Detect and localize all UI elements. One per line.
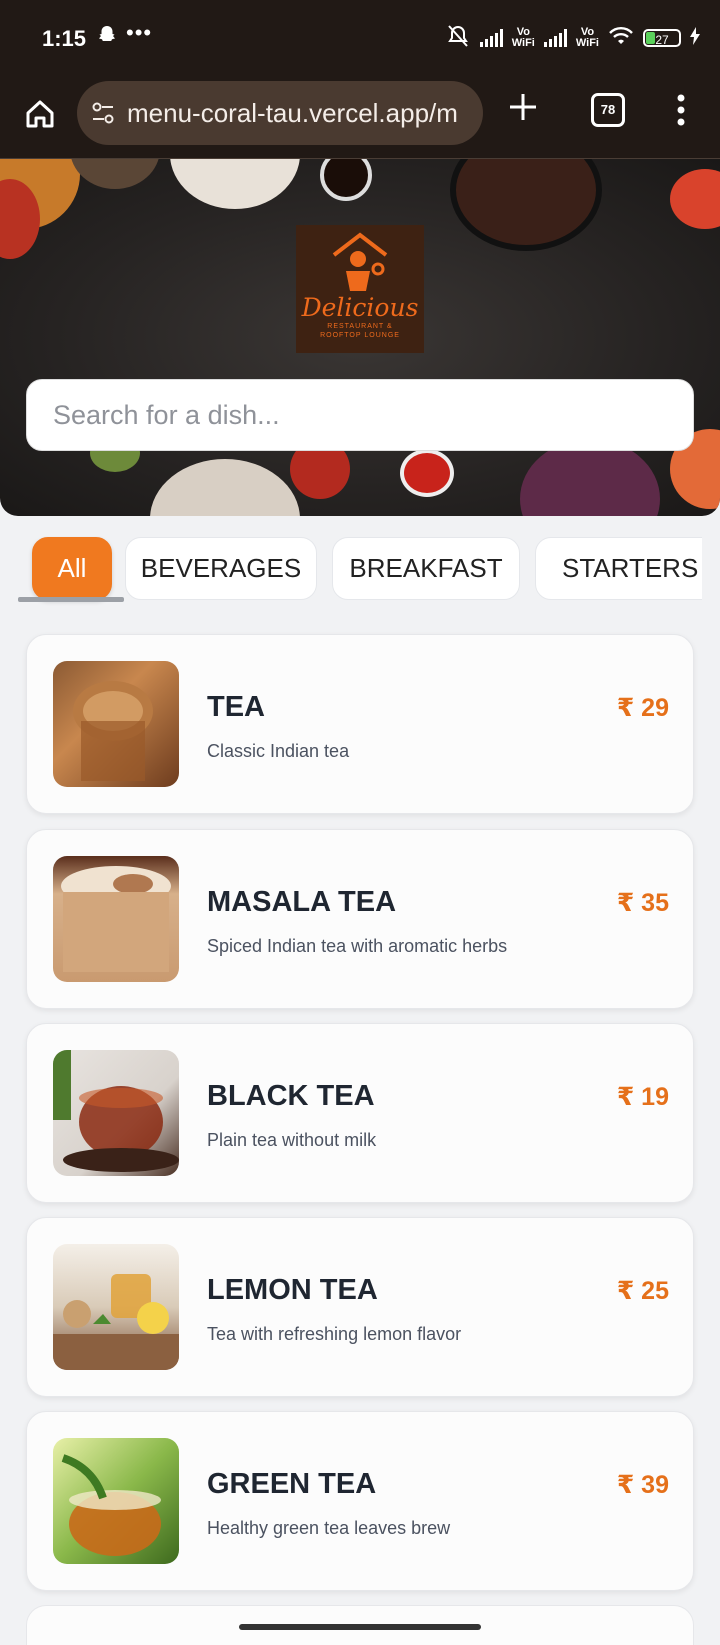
browser-toolbar: menu-coral-tau.vercel.app/m 78 bbox=[0, 78, 720, 159]
menu-item-image bbox=[53, 661, 179, 787]
menu-item-description: Plain tea without milk bbox=[207, 1130, 377, 1150]
tab-all[interactable]: All bbox=[32, 537, 112, 600]
menu-item-description: Healthy green tea leaves brew bbox=[207, 1518, 451, 1538]
url-text[interactable]: menu-coral-tau.vercel.app/m bbox=[127, 98, 467, 129]
signal-icon bbox=[479, 28, 503, 47]
tab-breakfast[interactable]: BREAKFAST bbox=[332, 537, 520, 600]
hero-banner: Delicious RESTAURANT & ROOFTOP LOUNGE Se… bbox=[0, 159, 720, 516]
menu-item-image bbox=[53, 1244, 179, 1370]
menu-item-card[interactable]: LEMON TEA Tea with refreshing lemon flav… bbox=[26, 1217, 694, 1397]
wifi-icon bbox=[608, 26, 634, 49]
menu-item-card[interactable]: GREEN TEA Healthy green tea leaves brew … bbox=[26, 1411, 694, 1591]
scroll-indicator bbox=[18, 597, 124, 602]
status-icons: Vo WiFi Vo WiFi 27 bbox=[445, 24, 700, 51]
address-bar[interactable]: menu-coral-tau.vercel.app/m bbox=[77, 81, 483, 145]
charging-icon bbox=[690, 27, 700, 48]
menu-item-price: ₹ 25 bbox=[616, 1277, 669, 1305]
food-decoration bbox=[150, 459, 300, 516]
menu-item-name: TEA bbox=[207, 691, 265, 723]
menu-item-name: LEMON TEA bbox=[207, 1274, 378, 1306]
status-time: 1:15 bbox=[42, 26, 87, 51]
mute-vibrate-icon bbox=[445, 24, 471, 51]
menu-item-name: GREEN TEA bbox=[207, 1468, 377, 1500]
more-notifications-icon: ••• bbox=[126, 20, 153, 45]
menu-item-card[interactable]: MASALA TEA Spiced Indian tea with aromat… bbox=[26, 829, 694, 1009]
food-decoration bbox=[670, 169, 720, 229]
menu-item-description: Classic Indian tea bbox=[207, 741, 350, 761]
menu-item-image bbox=[53, 856, 179, 982]
food-decoration bbox=[400, 449, 454, 497]
food-decoration bbox=[70, 159, 160, 189]
food-decoration bbox=[320, 159, 372, 201]
brand-tagline: RESTAURANT & bbox=[327, 323, 393, 330]
brand-tagline: ROOFTOP LOUNGE bbox=[320, 332, 400, 339]
menu-item-card[interactable]: TEA Classic Indian tea ₹ 29 bbox=[26, 634, 694, 814]
home-icon[interactable] bbox=[22, 96, 58, 132]
tab-switcher-button[interactable]: 78 bbox=[591, 93, 625, 127]
restaurant-logo: Delicious RESTAURANT & ROOFTOP LOUNGE bbox=[296, 225, 424, 353]
more-options-icon[interactable] bbox=[672, 92, 690, 128]
vowifi-label: Vo WiFi bbox=[511, 25, 535, 49]
vowifi-label: Vo WiFi bbox=[575, 25, 599, 49]
signal-icon bbox=[543, 28, 567, 47]
tab-beverages[interactable]: BEVERAGES bbox=[125, 537, 317, 600]
menu-item-image bbox=[53, 1438, 179, 1564]
food-decoration bbox=[170, 159, 300, 209]
search-input[interactable]: Search for a dish... bbox=[26, 379, 694, 451]
menu-item-description: Tea with refreshing lemon flavor bbox=[207, 1324, 462, 1344]
menu-item-price: ₹ 29 bbox=[616, 694, 669, 722]
gesture-home-indicator[interactable] bbox=[239, 1624, 481, 1630]
brand-name: Delicious bbox=[301, 293, 419, 322]
status-bar: 1:15 ••• Vo WiFi Vo WiFi 27 bbox=[0, 0, 720, 78]
snapchat-notification-icon bbox=[96, 24, 118, 52]
menu-item-price: ₹ 39 bbox=[616, 1471, 669, 1499]
food-decoration bbox=[450, 159, 602, 251]
menu-item-name: BLACK TEA bbox=[207, 1080, 375, 1112]
menu-item-image bbox=[53, 1050, 179, 1176]
tab-starters[interactable]: STARTERS ( bbox=[535, 537, 702, 600]
menu-item-card[interactable]: BLACK TEA Plain tea without milk ₹ 19 bbox=[26, 1023, 694, 1203]
menu-item-price: ₹ 19 bbox=[616, 1083, 669, 1111]
site-settings-icon[interactable] bbox=[89, 99, 117, 127]
menu-item-description: Spiced Indian tea with aromatic herbs bbox=[207, 936, 508, 956]
battery-icon: 27 bbox=[643, 28, 681, 47]
category-tabs: All BEVERAGES BREAKFAST STARTERS ( bbox=[18, 536, 702, 606]
menu-item-name: MASALA TEA bbox=[207, 886, 397, 918]
new-tab-icon[interactable] bbox=[506, 90, 540, 124]
menu-item-price: ₹ 35 bbox=[616, 889, 669, 917]
